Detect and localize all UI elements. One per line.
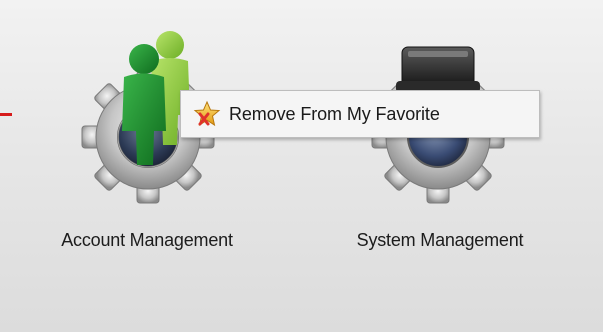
context-menu: Remove From My Favorite (180, 90, 540, 138)
tile-label: Account Management (61, 230, 233, 250)
tile-label: System Management (356, 230, 524, 250)
red-indicator-line (0, 113, 12, 116)
star-remove-icon (193, 100, 221, 127)
menu-item-remove-favorite[interactable]: Remove From My Favorite (181, 91, 539, 137)
tile-account-management[interactable]: Account Management (30, 20, 270, 270)
menu-item-label: Remove From My Favorite (229, 103, 440, 124)
tile-system-management[interactable]: System Management (320, 20, 560, 270)
desktop-panel: Account Management System Management Rem… (0, 0, 603, 332)
